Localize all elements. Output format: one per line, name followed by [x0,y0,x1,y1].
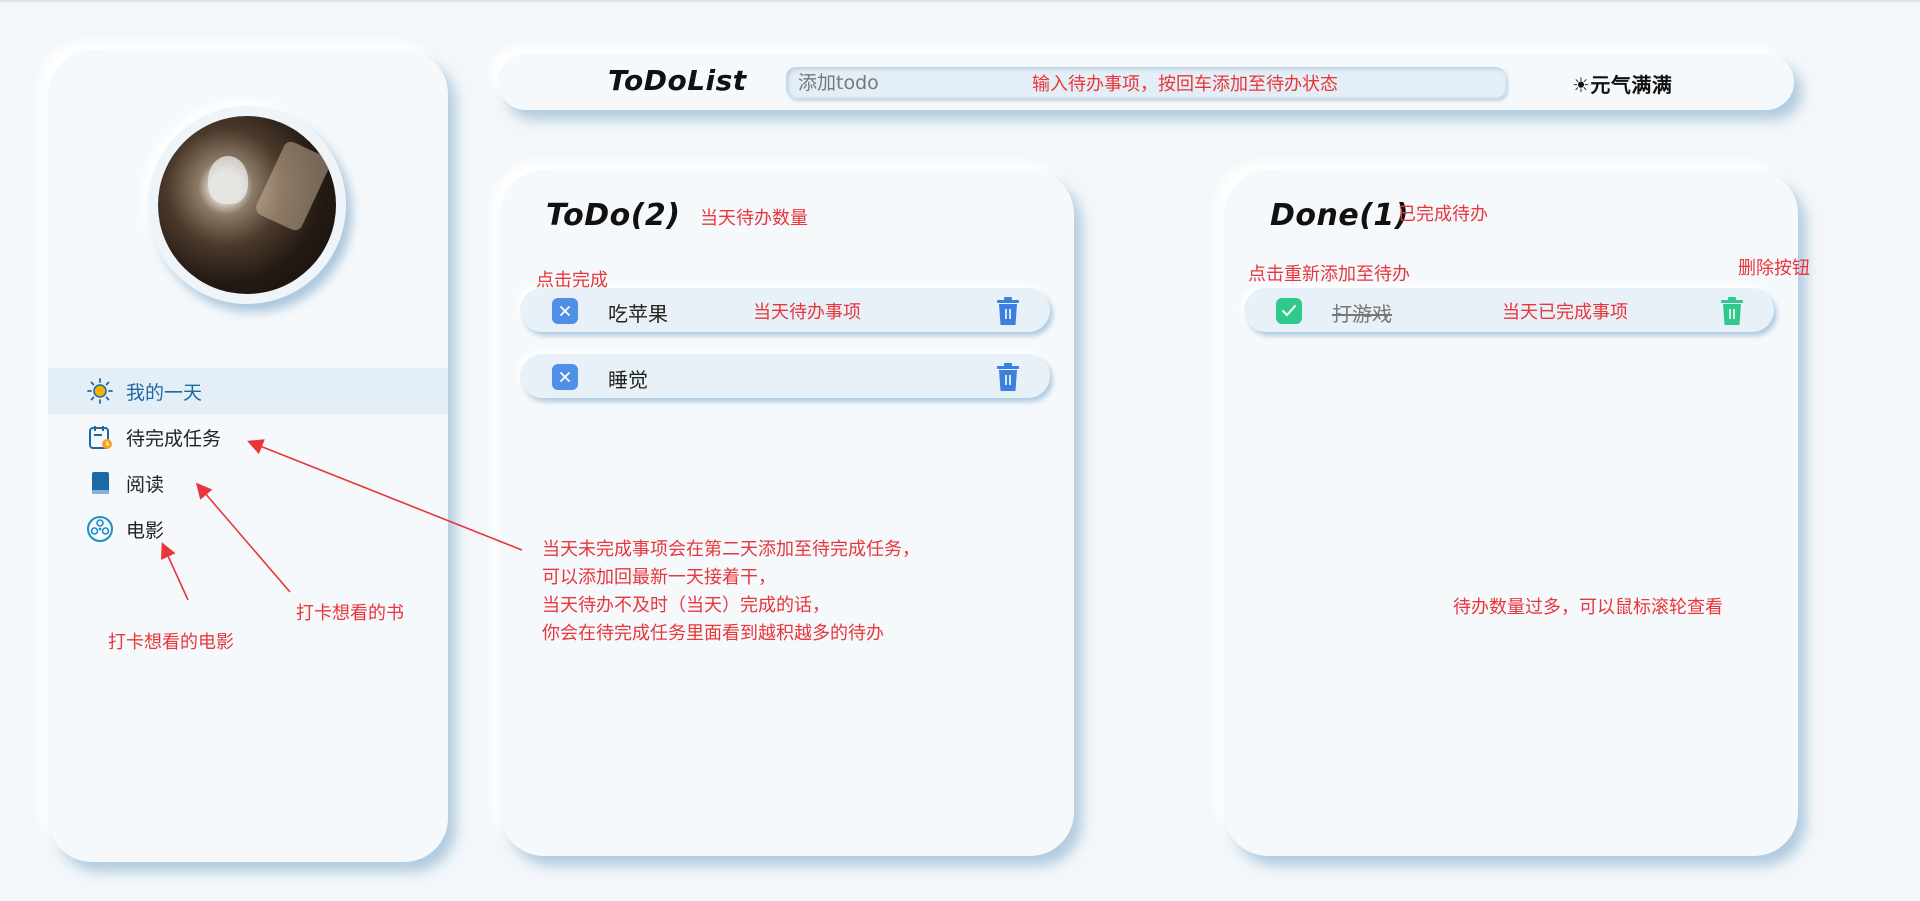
annotation-arrows [161,439,523,601]
